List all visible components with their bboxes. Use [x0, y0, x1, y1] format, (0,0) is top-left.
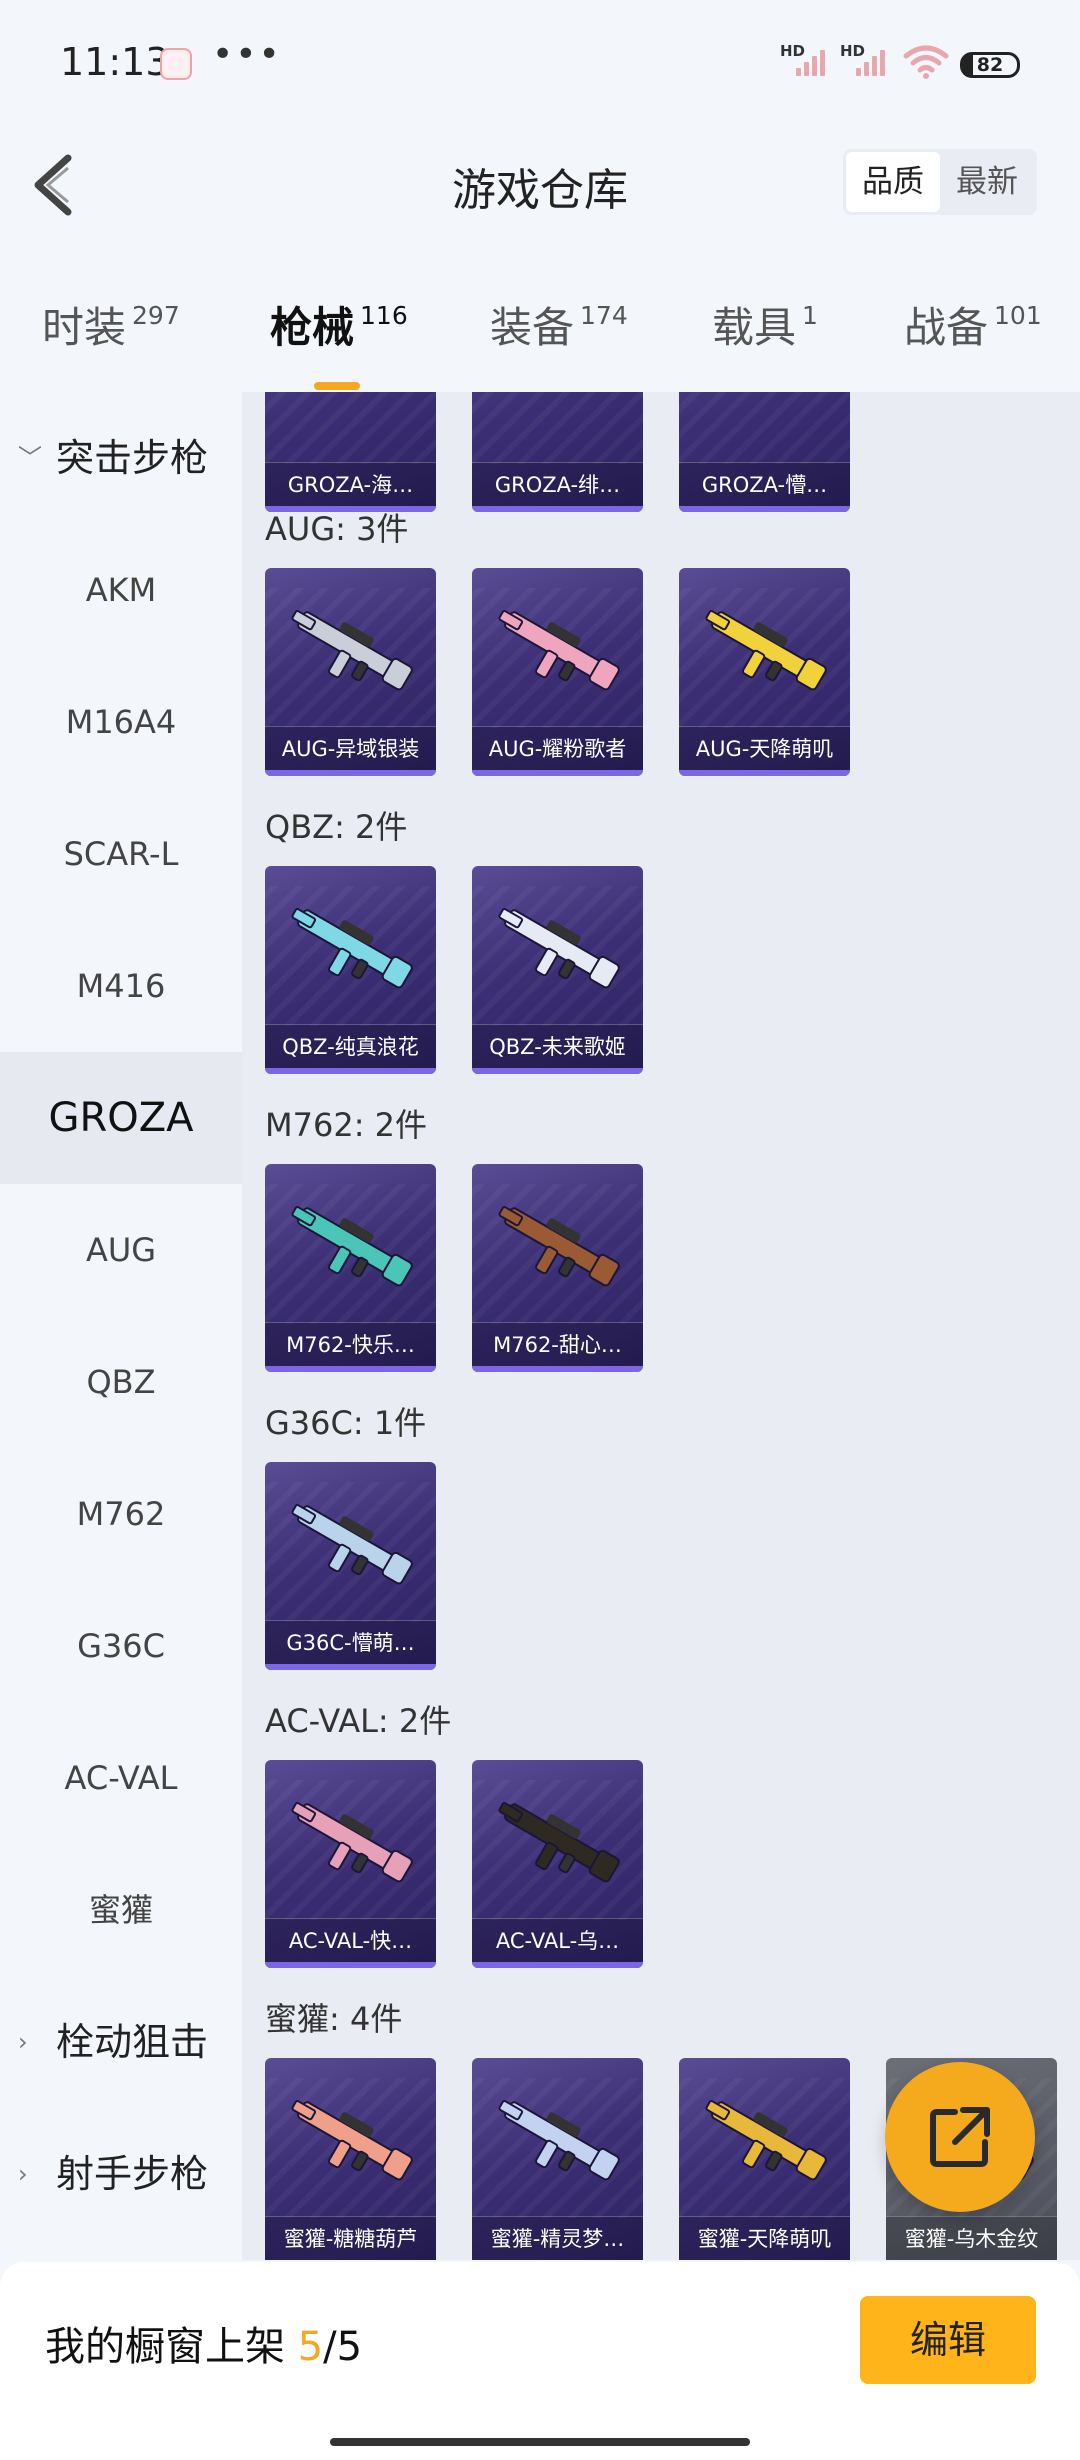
header: 游戏仓库 品质 最新: [0, 130, 1080, 240]
sidebar-item-honey-badger[interactable]: 蜜獾: [0, 1844, 242, 1976]
status-bar: 11:13 ••• HD HD 82: [0, 0, 1080, 130]
weapon-skin-image: [498, 1206, 620, 1287]
notification-app-icon: [160, 48, 192, 80]
section-title: QBZ: 2件: [265, 808, 408, 846]
sidebar-group-marksman[interactable]: › 射手步枪: [0, 2108, 242, 2240]
skin-card[interactable]: 蜜獾-精灵梦…: [472, 2058, 643, 2260]
weapon-skin-image: [291, 1206, 413, 1287]
category-tabs: 时装 297 枪械 116 装备 174 载具 1 战备 101: [0, 270, 1080, 390]
skin-card[interactable]: GROZA-懵…: [679, 392, 850, 512]
tab-vehicles[interactable]: 载具 1: [712, 294, 818, 355]
skin-card[interactable]: AUG-异域银装: [265, 568, 436, 776]
skin-card[interactable]: AC-VAL-快…: [265, 1760, 436, 1968]
section-title: AC-VAL: 2件: [265, 1702, 452, 1740]
section-title: G36C: 1件: [265, 1404, 427, 1442]
skin-card[interactable]: G36C-懵萌…: [265, 1462, 436, 1670]
back-arrow-icon[interactable]: [28, 152, 88, 218]
sidebar-item-m762[interactable]: M762: [0, 1448, 242, 1580]
sidebar-group-bolt-action[interactable]: › 栓动狙击: [0, 1976, 242, 2108]
signal-icon-2: HD: [840, 42, 890, 76]
weapon-skin-image: [498, 2100, 620, 2181]
skin-card[interactable]: 蜜獾-糖糖葫芦: [265, 2058, 436, 2260]
skin-card[interactable]: AUG-耀粉歌者: [472, 568, 643, 776]
share-external-icon: [930, 2107, 990, 2167]
more-notifications-icon: •••: [212, 34, 282, 75]
sidebar-group-assault-rifles[interactable]: ﹀ 突击步枪: [0, 392, 242, 524]
weapon-skin-image: [291, 1802, 413, 1883]
wifi-icon: [903, 45, 949, 79]
weapon-skin-image: [291, 2100, 413, 2181]
home-indicator: [330, 2438, 750, 2446]
tab-equipment[interactable]: 装备 174: [490, 294, 628, 355]
sidebar-item-g36c[interactable]: G36C: [0, 1580, 242, 1712]
skin-card[interactable]: M762-甜心…: [472, 1164, 643, 1372]
edit-button[interactable]: 编辑: [860, 2296, 1036, 2384]
tab-fashion[interactable]: 时装 297: [42, 294, 180, 355]
sidebar-item-qbz[interactable]: QBZ: [0, 1316, 242, 1448]
skin-card[interactable]: AC-VAL-乌…: [472, 1760, 643, 1968]
sidebar-item-ac-val[interactable]: AC-VAL: [0, 1712, 242, 1844]
chevron-right-icon: ›: [18, 2028, 28, 2056]
weapon-skin-image: [498, 908, 620, 989]
weapon-sidebar: ﹀ 突击步枪 AKM M16A4 SCAR-L M416 GROZA AUG QB…: [0, 392, 242, 2260]
showcase-bar: 我的橱窗上架 5/5 编辑: [0, 2262, 1080, 2460]
skin-card[interactable]: QBZ-纯真浪花: [265, 866, 436, 1074]
chevron-right-icon: ›: [18, 2160, 28, 2188]
section-title: M762: 2件: [265, 1106, 428, 1144]
status-time: 11:13: [60, 40, 170, 84]
chevron-down-icon: ﹀: [18, 444, 42, 472]
sort-newest-button[interactable]: 最新: [940, 152, 1034, 212]
weapon-skin-image: [291, 1504, 413, 1585]
weapon-skin-image: [291, 610, 413, 691]
tab-supplies[interactable]: 战备 101: [904, 294, 1042, 355]
weapon-skin-image: [291, 908, 413, 989]
skin-card[interactable]: M762-快乐…: [265, 1164, 436, 1372]
battery-icon: 82: [960, 52, 1020, 78]
skin-card[interactable]: GROZA-绯…: [472, 392, 643, 512]
sidebar-item-aug[interactable]: AUG: [0, 1184, 242, 1316]
weapon-skin-image: [705, 610, 827, 691]
section-title: AUG: 3件: [265, 510, 409, 548]
sidebar-item-groza[interactable]: GROZA: [0, 1052, 242, 1184]
weapon-skin-image: [498, 610, 620, 691]
share-button[interactable]: [885, 2062, 1035, 2212]
showcase-status: 我的橱窗上架 5/5: [45, 2324, 363, 2370]
sidebar-item-akm[interactable]: AKM: [0, 524, 242, 656]
sort-quality-button[interactable]: 品质: [846, 152, 940, 212]
signal-icon: HD: [780, 42, 830, 76]
skin-card[interactable]: QBZ-未来歌姬: [472, 866, 643, 1074]
section-title: 蜜獾: 4件: [265, 2000, 403, 2038]
sidebar-item-scar-l[interactable]: SCAR-L: [0, 788, 242, 920]
skin-card[interactable]: GROZA-海…: [265, 392, 436, 512]
skin-card[interactable]: AUG-天降萌叽: [679, 568, 850, 776]
active-tab-indicator: [314, 382, 360, 390]
sidebar-item-m416[interactable]: M416: [0, 920, 242, 1052]
skin-grid: GROZA-海… GROZA-绯… GROZA-懵… AUG: 3件 AUG-异…: [242, 392, 1080, 2260]
sidebar-item-m16a4[interactable]: M16A4: [0, 656, 242, 788]
tab-guns[interactable]: 枪械 116: [270, 294, 408, 390]
sort-toggle[interactable]: 品质 最新: [843, 149, 1037, 215]
skin-card[interactable]: 蜜獾-天降萌叽: [679, 2058, 850, 2260]
weapon-skin-image: [705, 2100, 827, 2181]
weapon-skin-image: [498, 1802, 620, 1883]
